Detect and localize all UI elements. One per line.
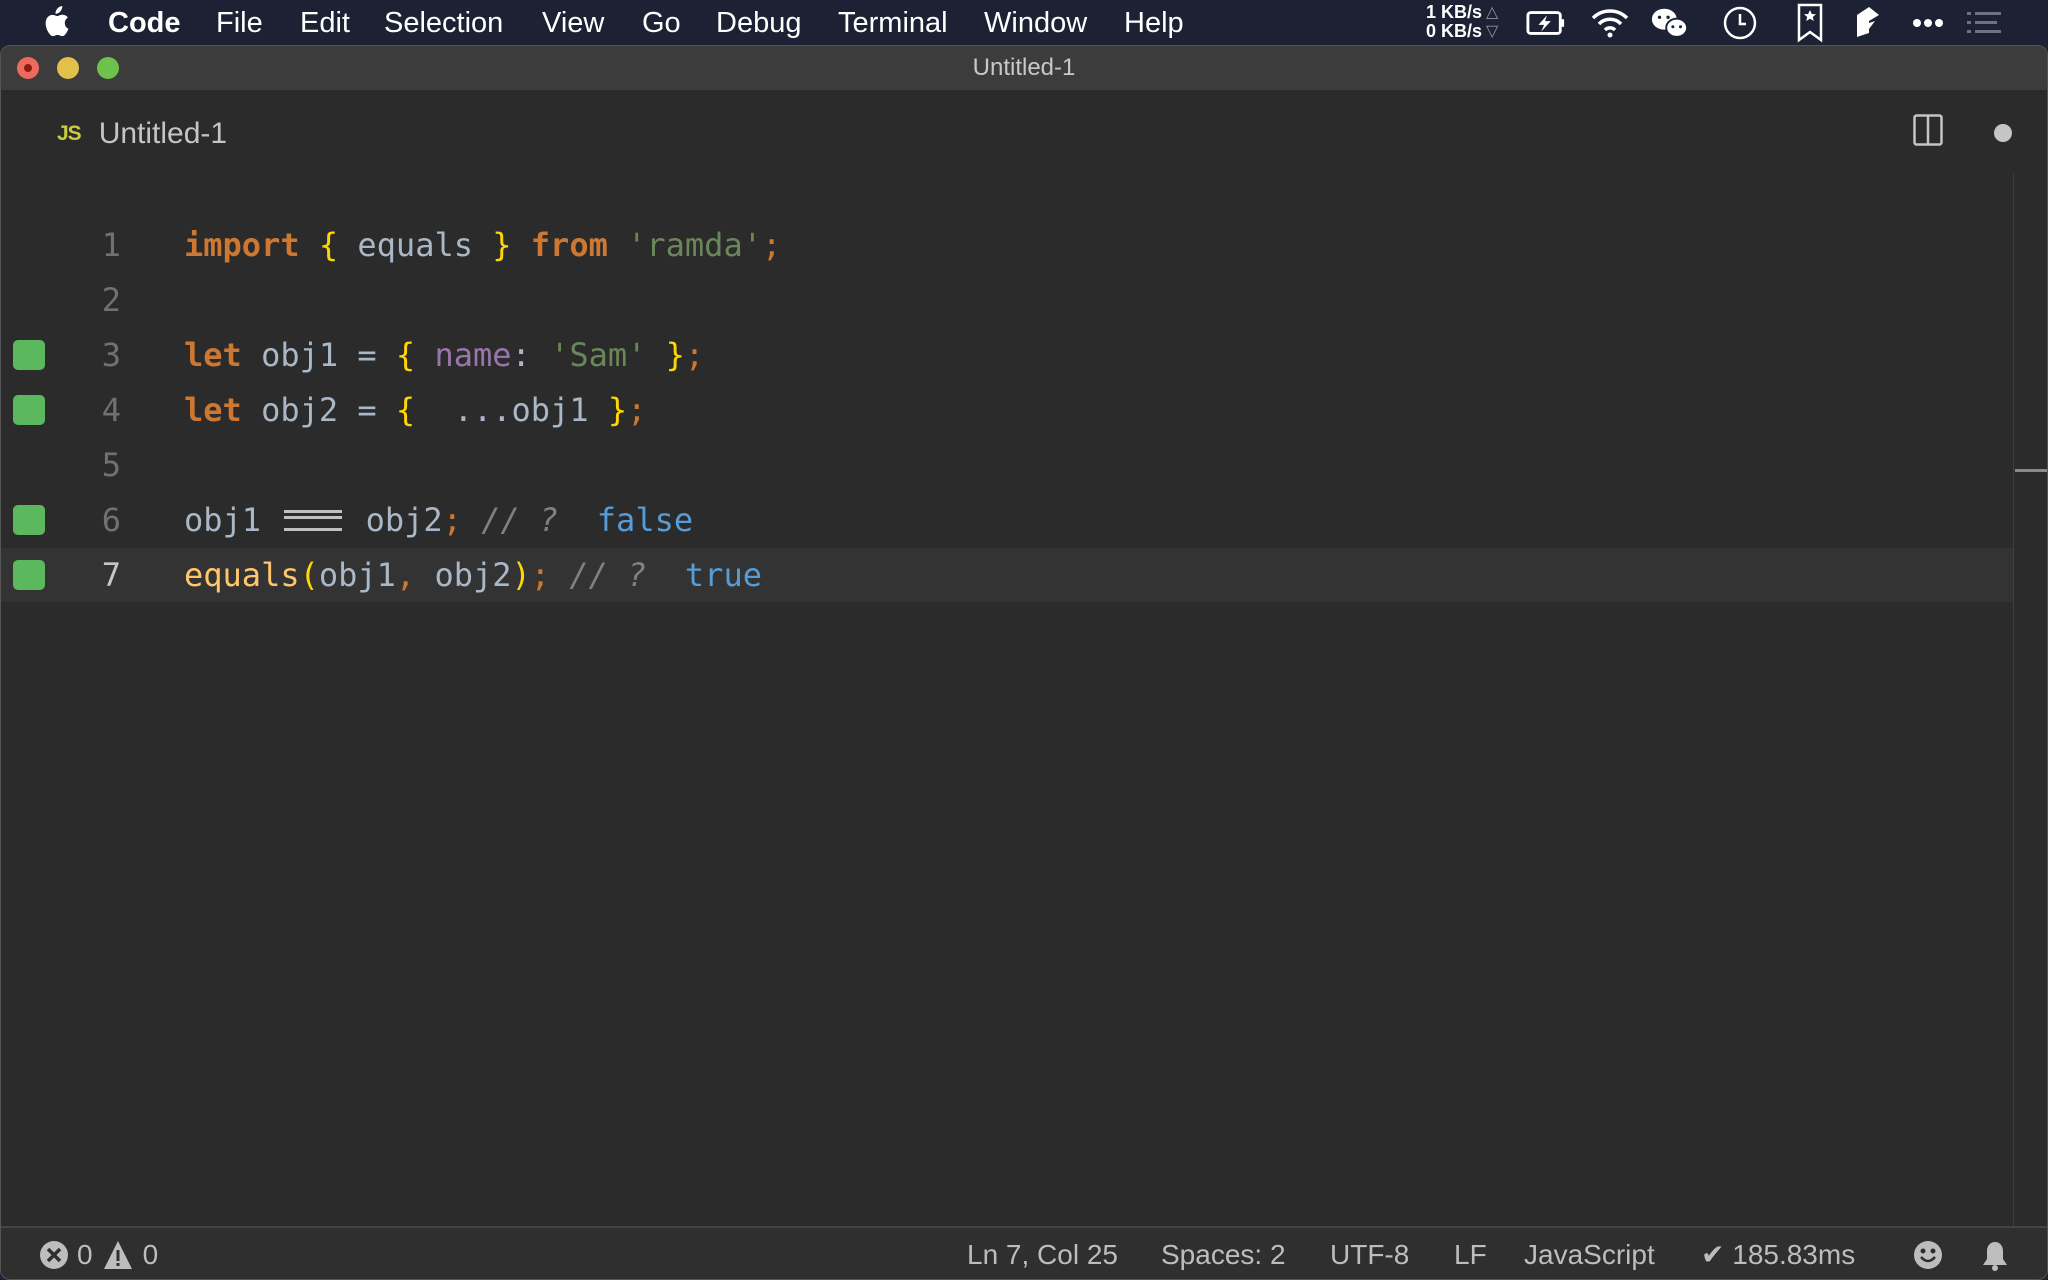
- problems-indicator[interactable]: 0 0: [39, 1238, 158, 1272]
- tab-untitled-1[interactable]: JS Untitled-1: [57, 114, 227, 154]
- code-line[interactable]: 3 let obj1 = { name: 'Sam' };: [1, 328, 2013, 382]
- notifications-bell-icon[interactable]: [1981, 1240, 2009, 1272]
- line-number: 5: [101, 446, 121, 484]
- window-title: Untitled-1: [972, 54, 1076, 81]
- menu-debug[interactable]: Debug: [716, 6, 801, 40]
- code-line[interactable]: 5: [1, 438, 2013, 492]
- menu-app-code[interactable]: Code: [108, 6, 181, 40]
- vscode-window: Untitled-1 JS Untitled-1 1 import { equa…: [0, 45, 2048, 1280]
- language-mode[interactable]: JavaScript: [1524, 1238, 1655, 1272]
- strict-equals-ligature: [284, 509, 343, 531]
- quokka-coverage-marker-icon: [13, 505, 45, 535]
- menu-file[interactable]: File: [216, 6, 263, 40]
- code-line[interactable]: 2: [1, 273, 2013, 327]
- javascript-file-icon: JS: [57, 122, 82, 145]
- line-number: 4: [101, 391, 121, 429]
- bookmark-star-icon[interactable]: [1790, 3, 1830, 43]
- end-of-line-sequence[interactable]: LF: [1454, 1238, 1487, 1272]
- net-upload-speed: 1 KB/s: [1425, 2, 1482, 22]
- battery-charging-icon[interactable]: [1526, 4, 1566, 42]
- inline-result-value: true: [684, 556, 762, 594]
- warning-icon: [103, 1241, 132, 1269]
- tab-label: Untitled-1: [98, 117, 228, 150]
- code-line-current[interactable]: 7 equals(obj1, obj2); // ? true: [1, 548, 2013, 602]
- line-content: let obj1 = { name: 'Sam' };: [184, 336, 705, 374]
- net-download-speed: 0 KB/s: [1425, 21, 1482, 41]
- wechat-icon[interactable]: [1650, 4, 1690, 42]
- menu-help[interactable]: Help: [1124, 6, 1184, 40]
- macos-menu-bar: Code File Edit Selection View Go Debug T…: [0, 0, 2048, 45]
- more-dots-icon[interactable]: [1908, 4, 1948, 42]
- file-encoding[interactable]: UTF-8: [1330, 1238, 1409, 1272]
- line-content: obj1 obj2; // ? false: [184, 501, 694, 539]
- quokka-timing[interactable]: ✔ 185.83ms: [1701, 1238, 1855, 1272]
- network-speed[interactable]: 1 KB/s 0 KB/s: [1422, 3, 1482, 41]
- code-line[interactable]: 1 import { equals } from 'ramda';: [1, 218, 2013, 272]
- line-number: 3: [101, 336, 121, 374]
- line-content: import { equals } from 'ramda';: [184, 226, 782, 264]
- error-count: 0: [77, 1239, 93, 1270]
- status-bar: 0 0 Ln 7, Col 25 Spaces: 2 UTF-8 LF Java…: [1, 1226, 2047, 1279]
- net-arrows-icon: △ ▽: [1486, 4, 1499, 40]
- line-content: equals(obj1, obj2); // ? true: [184, 556, 762, 594]
- warning-count: 0: [142, 1239, 159, 1270]
- quokka-coverage-marker-icon: [13, 395, 45, 425]
- wifi-icon[interactable]: [1590, 4, 1630, 42]
- line-content: let obj2 = { ...obj1 };: [184, 391, 647, 429]
- indentation-setting[interactable]: Spaces: 2: [1161, 1238, 1286, 1272]
- line-number: 6: [101, 501, 121, 539]
- menu-go[interactable]: Go: [642, 6, 681, 40]
- line-number: 1: [101, 226, 121, 264]
- editor-tab-bar: JS Untitled-1: [1, 90, 2047, 174]
- code-editor[interactable]: 1 import { equals } from 'ramda'; 2 3 le…: [1, 174, 2013, 1226]
- inline-result-value: false: [596, 501, 694, 539]
- code-line[interactable]: 6 obj1 obj2; // ? false: [1, 493, 2013, 547]
- menu-window[interactable]: Window: [984, 6, 1087, 40]
- error-icon: [40, 1241, 68, 1269]
- line-number: 2: [101, 281, 121, 319]
- menu-view[interactable]: View: [542, 6, 604, 40]
- feedback-smiley-icon[interactable]: [1913, 1240, 1943, 1270]
- list-icon[interactable]: [1964, 4, 2004, 42]
- app-cube-icon[interactable]: [1848, 4, 1888, 42]
- code-line[interactable]: 4 let obj2 = { ...obj1 };: [1, 383, 2013, 437]
- unsaved-changes-dot-icon[interactable]: [1994, 124, 2012, 142]
- quokka-coverage-marker-icon: [13, 560, 45, 590]
- menu-selection[interactable]: Selection: [384, 6, 503, 40]
- cursor-position[interactable]: Ln 7, Col 25: [967, 1238, 1118, 1272]
- quokka-coverage-marker-icon: [13, 340, 45, 370]
- menu-edit[interactable]: Edit: [300, 6, 350, 40]
- menu-terminal[interactable]: Terminal: [838, 6, 948, 40]
- split-editor-icon[interactable]: [1913, 114, 1943, 146]
- apple-logo-icon[interactable]: [40, 6, 70, 38]
- window-titlebar[interactable]: Untitled-1: [1, 46, 2047, 90]
- scrollbar-cursor-marker: [2015, 469, 2047, 472]
- vertical-scrollbar[interactable]: [2013, 174, 2047, 1226]
- line-number: 7: [101, 556, 121, 594]
- clock-icon[interactable]: [1720, 4, 1760, 42]
